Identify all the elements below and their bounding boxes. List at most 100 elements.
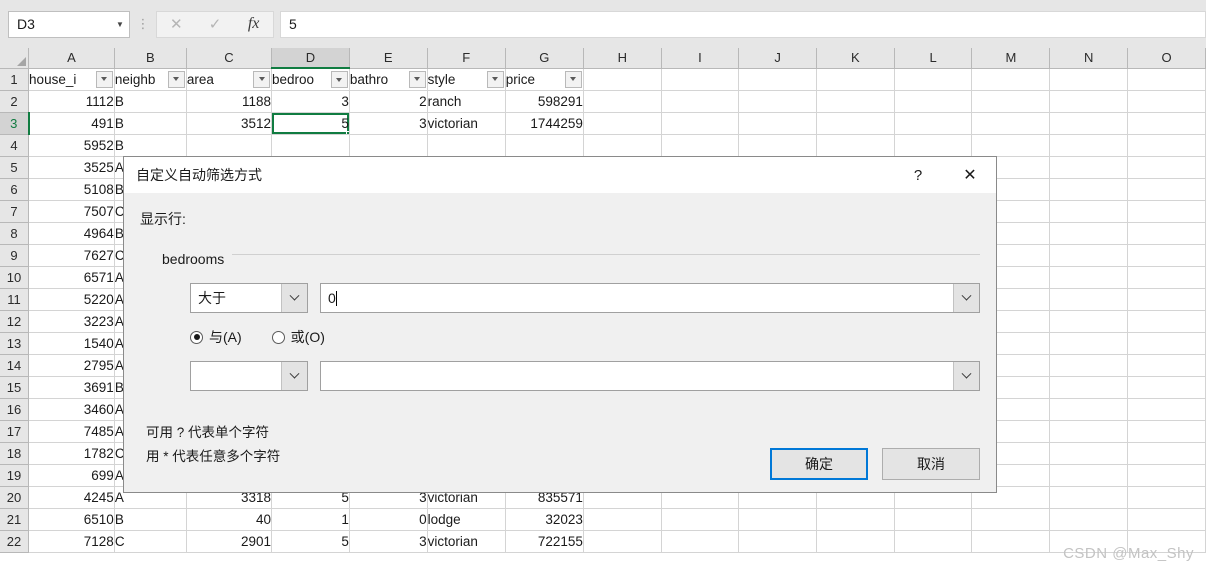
column-header-D[interactable]: D bbox=[271, 48, 350, 69]
cell-O17[interactable] bbox=[1127, 420, 1206, 443]
row-header-13[interactable]: 13 bbox=[0, 332, 30, 355]
cell-O19[interactable] bbox=[1127, 464, 1206, 487]
cell-N10[interactable] bbox=[1049, 266, 1129, 289]
cell-N13[interactable] bbox=[1049, 332, 1129, 355]
cell-A21[interactable]: 6510 bbox=[28, 508, 115, 531]
cell-D2[interactable]: 3 bbox=[271, 90, 350, 113]
column-header-A[interactable]: A bbox=[28, 48, 115, 69]
header-cell-style[interactable]: style bbox=[427, 68, 506, 91]
row-header-2[interactable]: 2 bbox=[0, 90, 30, 113]
cell-O22[interactable] bbox=[1127, 530, 1206, 553]
cell-O2[interactable] bbox=[1127, 90, 1206, 113]
cell-F22[interactable]: victorian bbox=[427, 530, 506, 553]
cell-N5[interactable] bbox=[1049, 156, 1129, 179]
cell-J3[interactable] bbox=[738, 112, 817, 135]
confirm-check-icon[interactable]: ✓ bbox=[199, 15, 231, 33]
cell-C21[interactable]: 40 bbox=[186, 508, 273, 531]
header-cell-price[interactable]: price bbox=[505, 68, 584, 91]
cell-I4[interactable] bbox=[661, 134, 740, 157]
cell-L4[interactable] bbox=[894, 134, 973, 157]
cell-L22[interactable] bbox=[894, 530, 973, 553]
fill-handle[interactable] bbox=[345, 130, 349, 133]
cell-A3[interactable]: 491 bbox=[28, 112, 115, 135]
cell-N2[interactable] bbox=[1049, 90, 1129, 113]
cell-L2[interactable] bbox=[894, 90, 973, 113]
formula-bar-grip[interactable]: ⋮ bbox=[130, 17, 156, 30]
cell-N18[interactable] bbox=[1049, 442, 1129, 465]
cell-A2[interactable]: 1112 bbox=[28, 90, 115, 113]
cell-N8[interactable] bbox=[1049, 222, 1129, 245]
cell-A7[interactable]: 7507 bbox=[28, 200, 115, 223]
cell-F4[interactable] bbox=[427, 134, 506, 157]
cell-O16[interactable] bbox=[1127, 398, 1206, 421]
header-cell-house-id[interactable]: house_i bbox=[28, 68, 115, 91]
cell-O10[interactable] bbox=[1127, 266, 1206, 289]
chevron-down-icon-operator-1[interactable] bbox=[281, 284, 307, 312]
cell-K4[interactable] bbox=[816, 134, 895, 157]
row-header-1[interactable]: 1 bbox=[0, 68, 30, 91]
operator-select-1[interactable]: 大于 bbox=[190, 283, 308, 313]
filter-dropdown-icon-neighborhood[interactable] bbox=[167, 70, 185, 88]
cell-N14[interactable] bbox=[1049, 354, 1129, 377]
cell-N1[interactable] bbox=[1049, 68, 1129, 91]
row-header-7[interactable]: 7 bbox=[0, 200, 30, 223]
cell-L3[interactable] bbox=[894, 112, 973, 135]
cell-E4[interactable] bbox=[349, 134, 428, 157]
row-header-17[interactable]: 17 bbox=[0, 420, 30, 443]
cell-O8[interactable] bbox=[1127, 222, 1206, 245]
cell-A5[interactable]: 3525 bbox=[28, 156, 115, 179]
cell-K3[interactable] bbox=[816, 112, 895, 135]
cell-C2[interactable]: 1188 bbox=[186, 90, 273, 113]
cell-D3[interactable]: 5 bbox=[271, 112, 350, 135]
insert-function-icon[interactable]: fx bbox=[238, 15, 270, 33]
cell-J22[interactable] bbox=[738, 530, 817, 553]
filter-dropdown-icon-bathrooms[interactable] bbox=[408, 70, 426, 88]
row-header-5[interactable]: 5 bbox=[0, 156, 30, 179]
cell-F2[interactable]: ranch bbox=[427, 90, 506, 113]
cell-N15[interactable] bbox=[1049, 376, 1129, 399]
column-header-C[interactable]: C bbox=[186, 48, 273, 69]
cell-O11[interactable] bbox=[1127, 288, 1206, 311]
cell-H21[interactable] bbox=[583, 508, 662, 531]
header-cell-bedrooms[interactable]: bedroo bbox=[271, 68, 350, 91]
cell-N16[interactable] bbox=[1049, 398, 1129, 421]
dialog-title-bar[interactable]: 自定义自动筛选方式 ? ✕ bbox=[124, 157, 996, 193]
cell-O21[interactable] bbox=[1127, 508, 1206, 531]
column-header-B[interactable]: B bbox=[114, 48, 187, 69]
cell-K1[interactable] bbox=[816, 68, 895, 91]
cell-I2[interactable] bbox=[661, 90, 740, 113]
cell-N4[interactable] bbox=[1049, 134, 1129, 157]
cell-O13[interactable] bbox=[1127, 332, 1206, 355]
cancel-button[interactable]: 取消 bbox=[882, 448, 980, 480]
value-input-2[interactable] bbox=[320, 361, 980, 391]
cell-M4[interactable] bbox=[971, 134, 1051, 157]
cell-D22[interactable]: 5 bbox=[271, 530, 350, 553]
select-all-corner[interactable] bbox=[0, 48, 30, 69]
cell-N19[interactable] bbox=[1049, 464, 1129, 487]
row-header-22[interactable]: 22 bbox=[0, 530, 30, 553]
cell-O3[interactable] bbox=[1127, 112, 1206, 135]
cell-O4[interactable] bbox=[1127, 134, 1206, 157]
cell-B22[interactable]: C bbox=[114, 530, 187, 553]
cell-D4[interactable] bbox=[271, 134, 350, 157]
cell-N12[interactable] bbox=[1049, 310, 1129, 333]
cell-N3[interactable] bbox=[1049, 112, 1129, 135]
radio-and[interactable]: 与(A) bbox=[190, 327, 242, 347]
cell-K2[interactable] bbox=[816, 90, 895, 113]
cell-O14[interactable] bbox=[1127, 354, 1206, 377]
column-header-K[interactable]: K bbox=[816, 48, 895, 69]
cancel-icon[interactable]: ✕ bbox=[160, 15, 192, 33]
chevron-down-icon-value-2[interactable] bbox=[953, 362, 979, 390]
cell-A6[interactable]: 5108 bbox=[28, 178, 115, 201]
cell-H2[interactable] bbox=[583, 90, 662, 113]
cell-L1[interactable] bbox=[894, 68, 973, 91]
cell-O1[interactable] bbox=[1127, 68, 1206, 91]
cell-M22[interactable] bbox=[971, 530, 1051, 553]
row-header-8[interactable]: 8 bbox=[0, 222, 30, 245]
cell-N11[interactable] bbox=[1049, 288, 1129, 311]
cell-N22[interactable] bbox=[1049, 530, 1129, 553]
column-header-J[interactable]: J bbox=[738, 48, 817, 69]
cell-A4[interactable]: 5952 bbox=[28, 134, 115, 157]
cell-C4[interactable] bbox=[186, 134, 273, 157]
column-header-M[interactable]: M bbox=[971, 48, 1051, 69]
